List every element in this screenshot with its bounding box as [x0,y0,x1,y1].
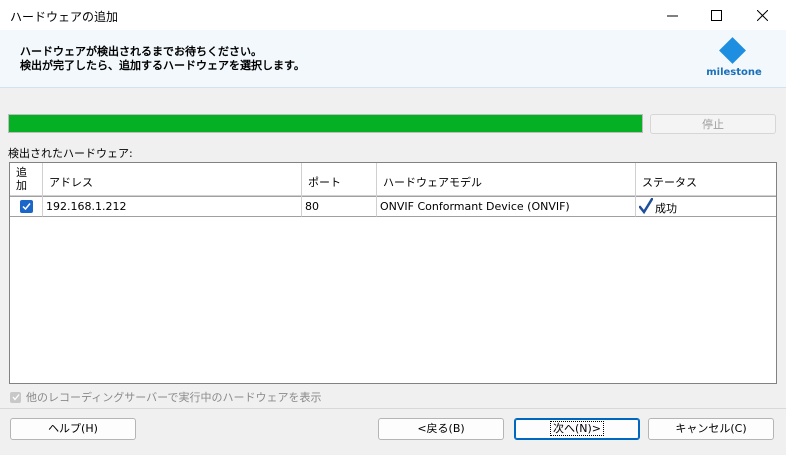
logo-diamond-icon [719,37,746,64]
checkmark-icon [11,394,20,401]
checkmark-icon [22,203,31,211]
instruction-banner: ハードウェアが検出されるまでお待ちください。 検出が完了したら、追加するハードウ… [0,30,786,88]
row-status-cell: 成功 [636,196,776,217]
row-port: 80 [305,200,319,213]
detected-hardware-label: 検出されたハードウェア: [8,147,133,160]
row-model-cell: ONVIF Conformant Device (ONVIF) [377,196,636,217]
header-add-line-2: 加 [16,179,27,192]
next-button[interactable]: 次へ(N)> [514,418,640,440]
header-address-label: アドレス [49,176,93,189]
column-header-add[interactable]: 追加 [10,163,43,196]
footer-separator [0,408,786,409]
window-title: ハードウェアの追加 [10,10,119,24]
close-icon [756,9,768,21]
row-model: ONVIF Conformant Device (ONVIF) [380,200,570,213]
instruction-line-2: 検出が完了したら、追加するハードウェアを選択します。 [20,59,305,72]
header-add-line-1: 追 [16,166,27,179]
next-button-label: 次へ(N)> [549,421,605,436]
header-status-label: ステータス [642,176,697,189]
column-header-status[interactable]: ステータス [636,163,776,196]
detection-progress-bar [8,114,643,133]
row-address: 192.168.1.212 [46,200,127,213]
row-status: 成功 [655,202,677,215]
row-port-cell: 80 [302,196,377,217]
close-button[interactable] [739,0,785,30]
stop-button[interactable]: 停止 [650,114,776,134]
hardware-table: 追加 アドレス ポート ハードウェアモデル ステータス 192.168.1.21… [9,162,777,384]
success-check-icon [639,198,653,214]
column-header-address[interactable]: アドレス [43,163,302,196]
row-address-cell: 192.168.1.212 [43,196,302,217]
help-button[interactable]: ヘルプ(H) [10,418,136,440]
minimize-button[interactable] [649,0,695,30]
logo-text: milestone [706,67,762,78]
row-add-checkbox[interactable] [20,200,33,213]
title-bar: ハードウェアの追加 [0,0,786,30]
milestone-logo: milestone [706,37,762,83]
back-button[interactable]: <戻る(B) [378,418,504,440]
column-header-model[interactable]: ハードウェアモデル [377,163,636,196]
progress-fill [9,115,642,132]
maximize-button[interactable] [693,0,739,30]
show-other-servers-option[interactable]: 他のレコーディングサーバーで実行中のハードウェアを表示 [10,389,321,405]
header-model-label: ハードウェアモデル [383,176,482,189]
cancel-button[interactable]: キャンセル(C) [648,418,774,440]
minimize-icon [666,15,678,16]
show-other-servers-label: 他のレコーディングサーバーで実行中のハードウェアを表示 [26,391,322,404]
maximize-icon [710,9,722,21]
header-port-label: ポート [308,176,341,189]
column-header-port[interactable]: ポート [302,163,377,196]
show-other-servers-checkbox[interactable] [10,391,21,403]
